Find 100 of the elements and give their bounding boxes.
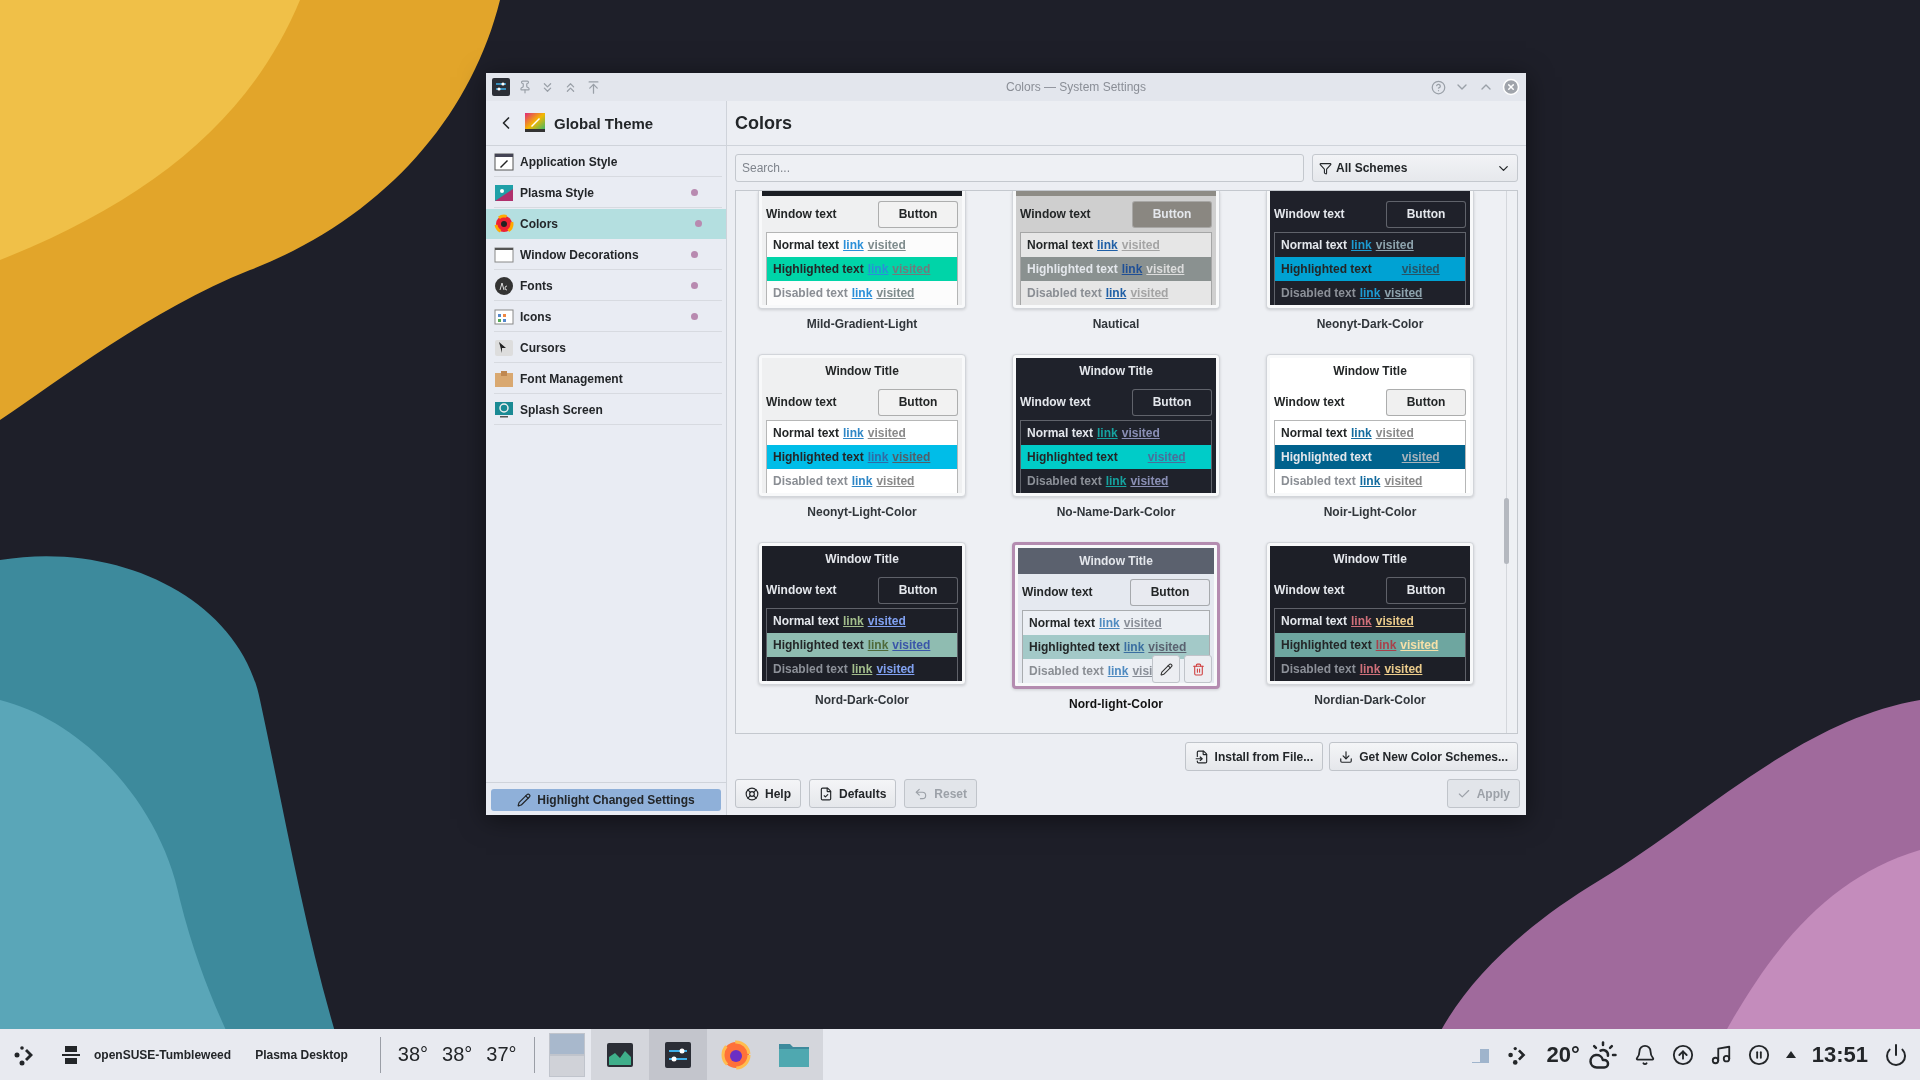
sample-link: link bbox=[867, 638, 889, 652]
get-new-schemes-button[interactable]: Get New Color Schemes... bbox=[1329, 742, 1518, 771]
power-icon[interactable] bbox=[1884, 1042, 1908, 1067]
app-menu-icon[interactable] bbox=[492, 78, 510, 96]
filter-dropdown[interactable]: All Schemes bbox=[1312, 154, 1518, 182]
scheme-card[interactable]: Window Title Window text Button Normal text link visited Highlighted text link visited Disabled text link visited bbox=[758, 354, 966, 497]
sidebar-label: Application Style bbox=[520, 154, 619, 169]
panel-label[interactable]: Plasma Desktop bbox=[255, 1047, 348, 1062]
visited-link: visited bbox=[892, 450, 931, 464]
scheme-card[interactable]: Window text Button Normal text link visited Highlighted text link visited Disabled text link visited bbox=[1012, 191, 1220, 309]
sidebar-item[interactable]: Window Decorations bbox=[494, 240, 722, 270]
visited-link: visited bbox=[876, 662, 915, 676]
panel-label[interactable]: openSUSE-Tumbleweed bbox=[94, 1047, 232, 1062]
scheme-name: Nordian-Dark-Color bbox=[1314, 693, 1426, 709]
undo-icon bbox=[914, 786, 929, 801]
scheme-card[interactable]: Window Title Window text Button Normal text link visited Highlighted text link visited Disabled text link visited bbox=[758, 542, 966, 685]
sample-link: link bbox=[1375, 638, 1397, 652]
sample-text: Disabled text bbox=[773, 474, 848, 488]
sidebar-label: Font Management bbox=[520, 371, 624, 386]
download-icon bbox=[1339, 749, 1354, 764]
weather-icon[interactable] bbox=[1587, 1039, 1618, 1070]
edit-button[interactable] bbox=[1152, 655, 1180, 683]
scheme-card[interactable]: Window text Button Normal text link visited Highlighted text visited Disabled text link visited bbox=[1266, 191, 1474, 309]
sample-button: Button bbox=[1386, 388, 1466, 416]
audio-icon[interactable] bbox=[1709, 1043, 1732, 1066]
settings-module-icon bbox=[494, 399, 514, 420]
pencil-icon bbox=[1159, 662, 1173, 676]
help-button[interactable]: Help bbox=[735, 779, 801, 808]
sidebar-item[interactable]: Colors bbox=[486, 209, 726, 239]
sample-text: Highlighted text bbox=[773, 450, 864, 464]
visited-link: visited bbox=[1400, 638, 1439, 652]
scheme-card[interactable]: Window text Button Normal text link visited Highlighted text link visited Disabled text link visited bbox=[758, 191, 966, 309]
sample-link: link bbox=[1121, 262, 1143, 276]
sample-text: Normal text bbox=[773, 426, 840, 440]
temperature-reading: 37° bbox=[486, 1043, 517, 1066]
visited-link: visited bbox=[867, 238, 906, 252]
media-pause-icon[interactable] bbox=[1747, 1043, 1770, 1066]
visited-link: visited bbox=[1147, 450, 1186, 464]
scheme-name: Nord-Dark-Color bbox=[815, 693, 909, 709]
task-button[interactable] bbox=[590, 1029, 649, 1080]
scheme-card[interactable]: Window Title Window text Button Normal text link visited Highlighted text visited Disabled text link visited bbox=[1012, 354, 1220, 497]
visited-link: visited bbox=[1401, 450, 1440, 464]
scheme-name: Nautical bbox=[1092, 317, 1140, 333]
visited-link: visited bbox=[867, 426, 906, 440]
task-button[interactable] bbox=[648, 1029, 707, 1080]
window-text: Window text bbox=[1020, 207, 1091, 221]
clock[interactable]: 13:51 bbox=[1811, 1041, 1868, 1068]
updates-icon[interactable] bbox=[1671, 1043, 1694, 1066]
visited-link: visited bbox=[1401, 262, 1440, 276]
scheme-name: No-Name-Dark-Color bbox=[1056, 505, 1176, 521]
weather-temperature[interactable]: 20° bbox=[1546, 1041, 1580, 1068]
sample-link: link bbox=[1097, 238, 1118, 252]
sample-link: link bbox=[1359, 474, 1381, 488]
visited-link: visited bbox=[867, 614, 906, 628]
sidebar-item[interactable]: Application Style bbox=[494, 147, 722, 177]
scrollbar-thumb[interactable] bbox=[1504, 498, 1509, 564]
temperature-reading: 38° bbox=[397, 1043, 429, 1066]
sidebar-item[interactable]: Cursors bbox=[494, 333, 722, 363]
sample-text: Highlighted text bbox=[773, 262, 864, 276]
visited-link: visited bbox=[1375, 426, 1414, 440]
notifications-icon[interactable] bbox=[1633, 1043, 1656, 1066]
visited-link: visited bbox=[1123, 616, 1162, 630]
sidebar-item[interactable]: Icons bbox=[494, 302, 722, 332]
task-button[interactable] bbox=[706, 1029, 765, 1080]
filter-icon bbox=[1319, 161, 1332, 175]
sidebar-item[interactable]: Fonts bbox=[494, 271, 722, 301]
sample-button: Button bbox=[1386, 576, 1466, 604]
scheme-card[interactable]: Window Title Window text Button Normal text link visited Highlighted text link visited Disabled text link visi bbox=[1012, 542, 1220, 689]
scheme-card[interactable]: Window Title Window text Button Normal text link visited Highlighted text visited Disabled text link visited bbox=[1266, 354, 1474, 497]
file-icon bbox=[1194, 749, 1209, 764]
sidebar-item[interactable]: Splash Screen bbox=[494, 395, 722, 425]
sample-text: Normal text bbox=[1027, 238, 1094, 252]
sample-link: link bbox=[1105, 474, 1127, 488]
sidebar-label: Colors bbox=[520, 216, 559, 231]
sample-text: Disabled text bbox=[1027, 474, 1102, 488]
sample-text: Disabled text bbox=[1281, 474, 1356, 488]
install-from-file-button[interactable]: Install from File... bbox=[1184, 742, 1324, 771]
sample-link: link bbox=[1351, 426, 1372, 440]
settings-module-icon bbox=[494, 337, 514, 358]
scheme-name: Neonyt-Light-Color bbox=[807, 505, 917, 521]
search-field[interactable]: Search... bbox=[735, 154, 1304, 182]
sample-text: Highlighted text bbox=[1027, 450, 1118, 464]
expand-tray-icon[interactable] bbox=[1785, 1051, 1796, 1058]
file-icon bbox=[819, 786, 833, 801]
visited-link: visited bbox=[1375, 614, 1414, 628]
sidebar-item[interactable]: Plasma Style bbox=[494, 178, 722, 208]
sample-link: link bbox=[851, 474, 873, 488]
sample-button: Button bbox=[878, 576, 958, 604]
scheme-card[interactable]: Window Title Window text Button Normal text link visited Highlighted text link visited Disabled text link visited bbox=[1266, 542, 1474, 685]
sample-text: Highlighted text bbox=[1029, 640, 1120, 654]
visited-link: visited bbox=[1130, 286, 1169, 300]
show-desktop-icon[interactable] bbox=[60, 1043, 82, 1066]
sidebar-title: Global Theme bbox=[554, 114, 654, 132]
sidebar-item[interactable]: Font Management bbox=[494, 364, 722, 394]
highlight-changed-button[interactable]: Highlight Changed Settings bbox=[491, 789, 721, 811]
visited-link: visited bbox=[876, 474, 915, 488]
visited-link: visited bbox=[1121, 426, 1160, 440]
defaults-button[interactable]: Defaults bbox=[809, 779, 897, 808]
visited-link: visited bbox=[892, 262, 931, 276]
sidebar-label: Splash Screen bbox=[520, 402, 604, 417]
